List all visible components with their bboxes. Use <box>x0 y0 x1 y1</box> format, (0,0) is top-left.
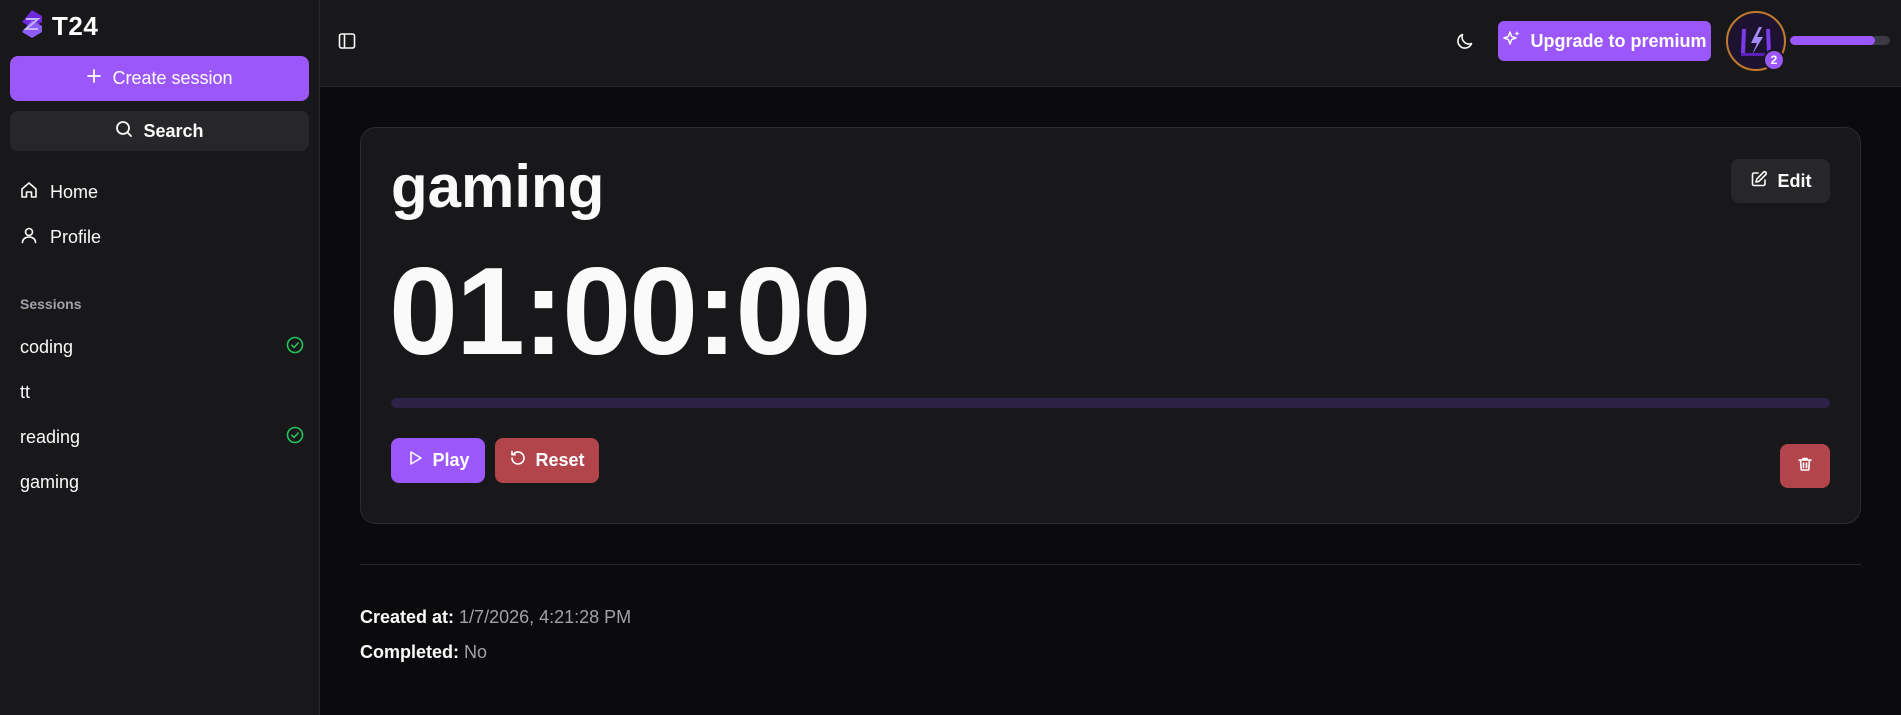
trash-icon <box>1796 455 1814 478</box>
upgrade-premium-button[interactable]: Upgrade to premium <box>1498 21 1711 61</box>
level-badge: 2 <box>1763 49 1785 71</box>
play-button[interactable]: Play <box>391 438 485 483</box>
sidebar-session-reading[interactable]: reading <box>20 422 304 452</box>
rotate-ccw-icon <box>509 449 527 472</box>
search-icon <box>115 120 133 143</box>
create-session-button[interactable]: Create session <box>10 56 309 101</box>
search-label: Search <box>143 120 204 141</box>
created-at-value: 1/7/2026, 4:21:28 PM <box>459 607 632 627</box>
sessions-heading: Sessions <box>20 296 82 312</box>
created-at: Created at: 1/7/2026, 4:21:28 PM <box>360 607 631 628</box>
session-label: tt <box>20 381 31 402</box>
completed-value: No <box>464 642 488 662</box>
play-icon <box>406 449 424 472</box>
completed-status: Completed: No <box>360 642 487 663</box>
session-title: gaming <box>391 153 605 220</box>
play-label: Play <box>432 450 470 470</box>
create-session-label: Create session <box>112 68 233 88</box>
sparkles-icon <box>1502 29 1522 54</box>
session-label: gaming <box>20 471 80 492</box>
reset-label: Reset <box>535 450 585 470</box>
check-circle-icon <box>286 336 304 359</box>
sidebar-session-gaming[interactable]: gaming <box>20 467 304 497</box>
brand[interactable]: T24 <box>20 9 98 44</box>
session-progress-bar <box>391 398 1830 408</box>
logo-icon <box>20 9 44 44</box>
session-label: reading <box>20 426 81 447</box>
home-icon <box>20 181 38 204</box>
check-circle-icon <box>286 426 304 449</box>
nav-profile[interactable]: Profile <box>20 222 101 252</box>
sidebar: T24 Create session Search Home Profile S… <box>0 0 320 715</box>
sidebar-session-coding[interactable]: coding <box>20 332 304 362</box>
search-button[interactable]: Search <box>10 111 309 151</box>
nav-profile-label: Profile <box>50 226 102 247</box>
nav-home[interactable]: Home <box>20 177 98 207</box>
xp-progress-fill <box>1790 36 1875 45</box>
sidebar-toggle-icon[interactable] <box>337 31 357 56</box>
upgrade-label: Upgrade to premium <box>1530 30 1707 51</box>
nav-home-label: Home <box>50 181 99 202</box>
divider <box>360 564 1861 565</box>
sidebar-session-tt[interactable]: tt <box>20 377 304 407</box>
completed-label: Completed: <box>360 642 459 662</box>
moon-icon[interactable] <box>1455 31 1475 56</box>
xp-progress-bar <box>1790 36 1890 45</box>
session-label: coding <box>20 336 74 357</box>
edit-icon <box>1750 170 1768 193</box>
app-name: T24 <box>52 11 99 41</box>
user-icon <box>20 226 38 249</box>
edit-label: Edit <box>1777 170 1812 191</box>
timer-display: 01:00:00 <box>389 243 871 381</box>
created-at-label: Created at: <box>360 607 455 627</box>
plus-icon <box>86 68 102 89</box>
edit-button[interactable]: Edit <box>1731 159 1830 203</box>
reset-button[interactable]: Reset <box>495 438 599 483</box>
delete-button[interactable] <box>1780 444 1830 488</box>
